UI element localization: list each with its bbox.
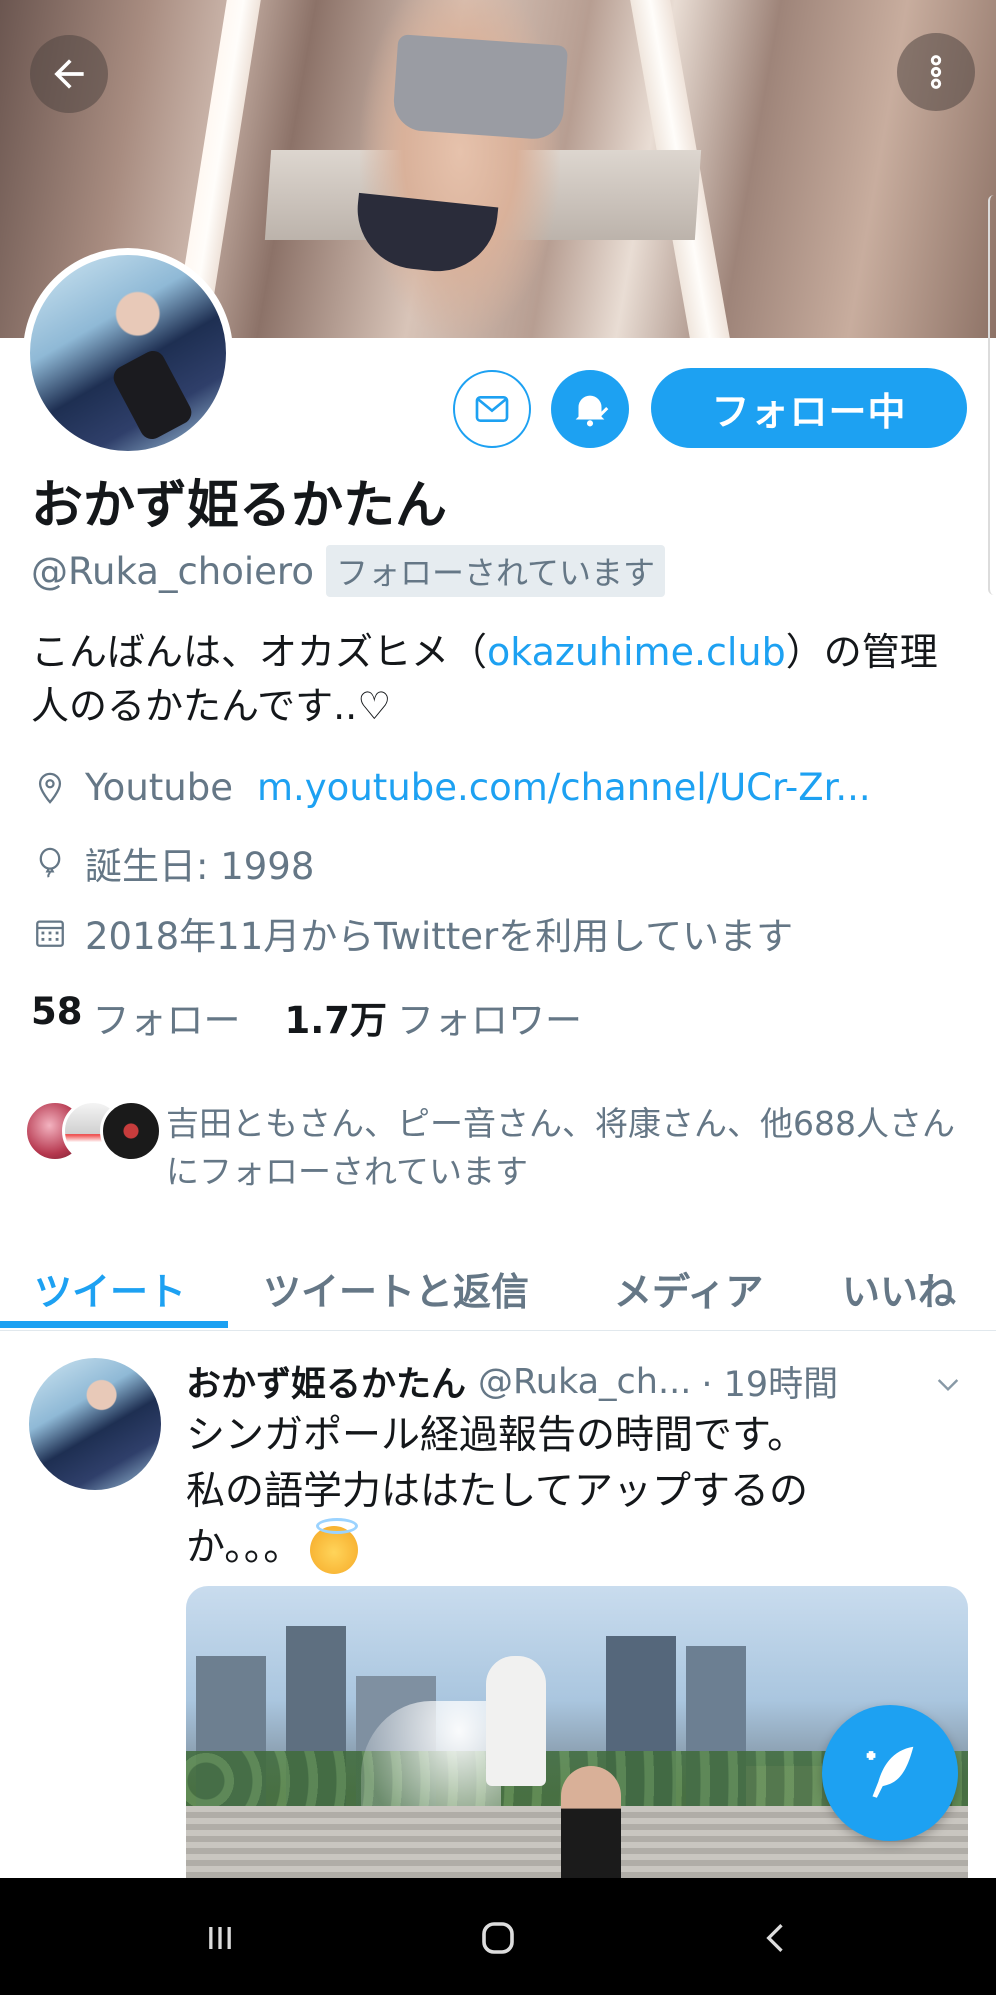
bio-text: こんばんは、オカズヒメ（ [31, 630, 488, 674]
user-handle: @Ruka_choiero [31, 549, 314, 593]
home-button[interactable] [438, 1898, 558, 1978]
scroll-indicator[interactable] [988, 195, 996, 595]
website-link[interactable]: m.youtube.com/channel/UCr-Zr... [257, 766, 871, 809]
back-chevron-icon [766, 1923, 783, 1953]
birthday-text: 誕生日: 1998 [85, 845, 315, 888]
more-vertical-icon [930, 55, 942, 89]
tweet-text-line: か。。。 [186, 1525, 303, 1570]
tweet-author-name[interactable]: おかず姫るかたん [186, 1356, 466, 1407]
calendar-icon [31, 914, 69, 952]
follows-you-badge: フォローされています [325, 545, 666, 597]
profile-bio: こんばんは、オカズヒメ（okazuhime.club）の管理人のるかたんです..… [31, 625, 951, 733]
tweet-text-line: シンガポール経過報告の時間です。 [186, 1413, 807, 1458]
message-button[interactable] [453, 370, 531, 448]
back-button[interactable] [30, 35, 108, 113]
recent-apps-icon [209, 1927, 231, 1949]
tweet-timestamp: · 19時間 [701, 1365, 839, 1405]
bio-link[interactable]: okazuhime.club [487, 630, 786, 674]
compose-tweet-button[interactable] [822, 1705, 958, 1841]
avatar [100, 1100, 162, 1162]
tweet-text-line-3: か。。。 [186, 1517, 876, 1576]
bell-check-icon [575, 395, 609, 427]
following-button[interactable]: フォロー中 [651, 368, 967, 448]
balloon-icon [31, 844, 69, 882]
follow-stats: 58 フォロー 1.7万 フォロワー [31, 990, 626, 1044]
more-options-button[interactable] [897, 33, 975, 111]
mutual-followers-avatars[interactable] [24, 1100, 162, 1162]
following-stat[interactable]: 58 フォロー [31, 990, 241, 1044]
notifications-button[interactable] [551, 370, 629, 448]
location-label: Youtube [85, 766, 233, 809]
system-navigation-bar [0, 1878, 996, 1995]
tab-tweets[interactable]: ツイート [34, 1245, 186, 1331]
recent-apps-button[interactable] [160, 1898, 280, 1978]
chevron-down-icon [937, 1379, 959, 1392]
profile-birthday: 誕生日: 1998 [31, 836, 314, 890]
profile-avatar[interactable] [23, 248, 233, 458]
mail-icon [475, 396, 509, 422]
profile-tabs: ツイート ツイートと返信 メディア いいね [0, 1245, 996, 1331]
tweet-header: おかず姫るかたん @Ruka_ch... · 19時間 [186, 1356, 976, 1407]
followers-label: フォロワー [397, 999, 583, 1042]
halo-smile-emoji-icon [310, 1517, 359, 1574]
home-icon [482, 1922, 514, 1954]
tab-tweets-and-replies[interactable]: ツイートと返信 [263, 1245, 529, 1331]
banner-photo-detail [391, 34, 569, 141]
followers-stat[interactable]: 1.7万 フォロワー [285, 990, 583, 1044]
following-count: 58 [31, 990, 83, 1033]
mutual-followers-text[interactable]: 吉田ともさん、ピー音さん、将康さん、他688人さんにフォローされています [166, 1100, 976, 1196]
media-photo-detail [561, 1766, 621, 1886]
active-tab-indicator [0, 1321, 228, 1328]
media-photo-detail [486, 1656, 546, 1786]
compose-tweet-icon [866, 1746, 914, 1798]
joined-text: 2018年11月からTwitterを利用しています [85, 915, 794, 958]
tweet-text: シンガポール経過報告の時間です。 私の語学力ははたしてアップするの か。。。 [186, 1408, 876, 1576]
handle-row: @Ruka_choiero フォローされています [31, 545, 666, 597]
profile-joined: 2018年11月からTwitterを利用しています [31, 906, 793, 960]
avatar-photo-detail [109, 346, 196, 444]
profile-location: Youtube m.youtube.com/channel/UCr-Zr... [31, 766, 871, 809]
tweet-menu-button[interactable] [932, 1368, 964, 1404]
tweet-text-line: 私の語学力ははたしてアップするの [186, 1469, 809, 1514]
followers-count: 1.7万 [284, 999, 388, 1042]
display-name: おかず姫るかたん [31, 476, 448, 536]
tab-likes[interactable]: いいね [842, 1245, 956, 1331]
tab-media[interactable]: メディア [614, 1245, 763, 1331]
system-back-button[interactable] [716, 1898, 836, 1978]
location-pin-icon [31, 769, 69, 807]
following-label: フォロー [92, 999, 241, 1042]
tweet-author-avatar[interactable] [29, 1358, 161, 1490]
tweet-author-handle: @Ruka_ch... [478, 1361, 692, 1402]
arrow-left-icon [54, 59, 84, 89]
